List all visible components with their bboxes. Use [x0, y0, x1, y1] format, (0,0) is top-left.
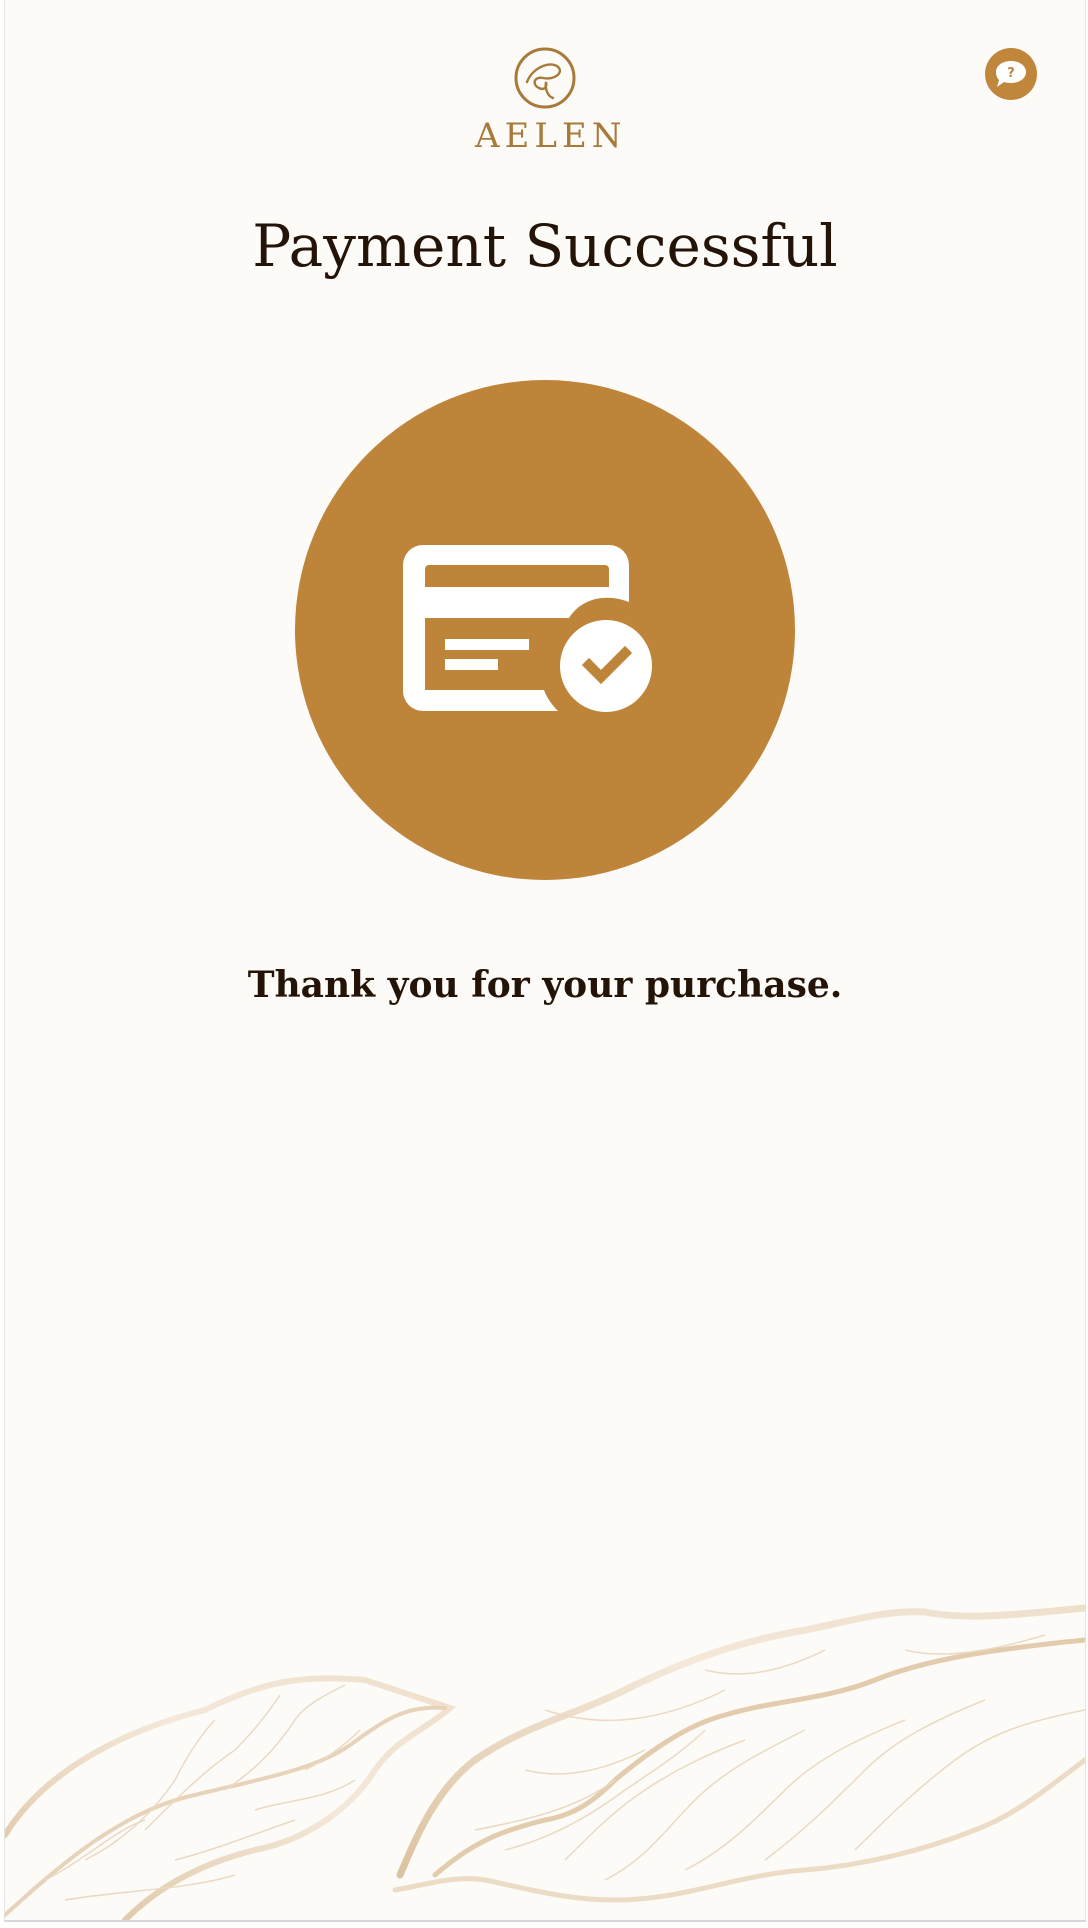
help-chat-bubble-icon: ? [996, 61, 1026, 87]
brand-emblem-icon [514, 47, 576, 109]
help-symbol: ? [1007, 66, 1015, 81]
credit-card-check-icon [403, 545, 652, 712]
app-screen: AELEN ? Payment Successful Thank you for… [4, 0, 1086, 1922]
confirmation-message: Thank you for your purchase. [247, 964, 843, 1006]
payment-success-badge [295, 380, 795, 880]
decorative-leaves-illustration [5, 1604, 1085, 1920]
page-title: Payment Successful [252, 212, 838, 280]
help-button[interactable]: ? [985, 48, 1037, 100]
brand-name: AELEN [475, 116, 627, 156]
brand-logo: AELEN [475, 46, 627, 156]
